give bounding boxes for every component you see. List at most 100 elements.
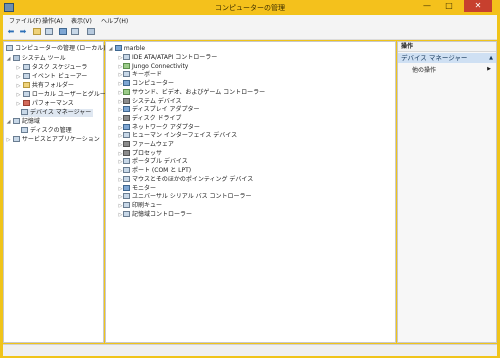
device-category-item[interactable]: ▷ ファームウェア (118, 141, 174, 149)
device-category-item[interactable]: ▷ モニター (118, 184, 157, 193)
hid-icon (123, 132, 130, 139)
network-adapter-icon (123, 123, 130, 130)
more-actions-item[interactable]: 他の操作 (412, 65, 436, 74)
collapse-arrow-icon[interactable]: ◢ (108, 45, 113, 53)
menu-file[interactable]: ファイル(F) (9, 16, 41, 25)
tree-item-disk-management[interactable]: ディスクの管理 (21, 127, 72, 135)
maximize-button[interactable]: □ (440, 0, 458, 12)
up-folder-icon[interactable] (33, 27, 43, 37)
jungo-icon (123, 62, 130, 69)
device-category-item[interactable]: ▷ システム デバイス (118, 97, 182, 106)
device-category-item[interactable]: ▷ ポート (COM と LPT) (118, 167, 191, 175)
device-category-item[interactable]: ▷ ディスク ドライブ (118, 114, 182, 123)
device-category-label: ユニバーサル シリアル バス コントローラー (132, 193, 252, 201)
expand-arrow-icon[interactable]: ▷ (6, 136, 11, 144)
system-devices-icon (123, 97, 130, 104)
properties-icon[interactable] (71, 27, 81, 37)
help-icon[interactable] (59, 27, 69, 37)
expand-arrow-icon[interactable]: ▷ (16, 64, 21, 72)
device-category-item[interactable]: ▷ 印刷キュー (118, 201, 163, 210)
services-icon (12, 136, 20, 142)
tree-item-services-applications[interactable]: ▷ サービスとアプリケーション (6, 136, 100, 144)
device-category-item[interactable]: ▷ ネットワーク アダプター (118, 123, 200, 132)
device-tree-root[interactable]: ◢ marble (108, 45, 145, 53)
task-scheduler-icon (22, 64, 30, 70)
device-category-label: IDE ATA/ATAPI コントローラー (132, 54, 218, 61)
computer-icon (114, 45, 122, 51)
device-category-item[interactable]: ▷ 記憶域コントローラー (118, 210, 193, 219)
actions-section-device-manager[interactable]: デバイス マネージャー ▲ (398, 53, 496, 63)
storage-icon (12, 118, 20, 124)
computer-management-icon (6, 45, 13, 51)
menu-action[interactable]: 操作(A) (42, 16, 63, 25)
device-category-item[interactable]: ▷ サウンド、ビデオ、およびゲーム コントローラー (118, 88, 265, 97)
device-category-item[interactable]: ▷ コンピューター (118, 80, 174, 88)
mouse-icon (123, 175, 130, 182)
device-category-item[interactable]: ▷ キーボード (118, 71, 162, 79)
performance-icon (22, 100, 30, 106)
device-category-label: 記憶域コントローラー (132, 210, 193, 218)
menu-bar: ファイル(F) 操作(A) 表示(V) ヘルプ(H) (3, 15, 497, 25)
display-adapter-icon (123, 106, 130, 113)
close-button[interactable]: ✕ (464, 0, 492, 12)
tree-item-local-users[interactable]: ▷ ローカル ユーザーとグループ (16, 91, 111, 99)
device-tree-pane: ◢ marble ▷ IDE ATA/ATAPI コントローラー ▷ Jungo Co… (105, 41, 396, 343)
device-category-label: コンピューター (132, 80, 175, 88)
device-category-label: ディスプレイ アダプター (132, 106, 200, 114)
device-category-item[interactable]: ▷ ディスプレイ アダプター (118, 106, 200, 114)
device-category-item[interactable]: ▷ ヒューマン インターフェイス デバイス (118, 132, 237, 140)
device-category-item[interactable]: ▷ プロセッサ (118, 149, 162, 158)
title-bar: コンピューターの管理 — □ ✕ (0, 0, 500, 14)
expand-arrow-icon[interactable]: ▷ (16, 100, 21, 108)
device-category-label: Jungo Connectivity (132, 62, 189, 70)
tree-item-device-manager[interactable]: デバイス マネージャー (21, 109, 94, 117)
tree-item-computer-management[interactable]: コンピューターの管理 (ローカル) (6, 45, 106, 53)
device-manager-icon (21, 109, 28, 115)
actions-pane: 操作 デバイス マネージャー ▲ 他の操作 ▶ (397, 41, 497, 343)
show-hide-tree-icon[interactable] (45, 27, 55, 37)
expand-arrow-icon[interactable]: ▷ (16, 91, 21, 99)
tree-item-performance[interactable]: ▷ パフォーマンス (16, 100, 74, 108)
collapse-arrow-icon[interactable]: ◢ (6, 55, 11, 63)
menu-view[interactable]: 表示(V) (71, 16, 92, 25)
shared-folders-icon (22, 82, 30, 88)
collapse-arrow-icon[interactable]: ◢ (6, 118, 11, 126)
device-category-label: モニター (132, 184, 157, 192)
tree-item-shared-folders[interactable]: ▷ 共有フォルダー (16, 82, 74, 90)
device-category-item[interactable]: ▷ Jungo Connectivity (118, 62, 189, 71)
device-category-label: ポート (COM と LPT) (132, 167, 192, 175)
expand-arrow-icon[interactable]: ▷ (16, 82, 21, 90)
back-icon[interactable]: ⬅ (6, 27, 16, 37)
device-category-label: ファームウェア (132, 141, 174, 148)
tree-item-system-tools[interactable]: ◢ システム ツール (6, 55, 66, 63)
device-category-item[interactable]: ▷ マウスとそのほかのポインティング デバイス (118, 175, 254, 184)
tree-item-event-viewer[interactable]: ▷ イベント ビューアー (16, 73, 87, 81)
scan-hardware-icon[interactable] (87, 27, 97, 37)
disk-management-icon (21, 127, 28, 133)
device-category-item[interactable]: ▷ IDE ATA/ATAPI コントローラー (118, 54, 217, 62)
tree-item-task-scheduler[interactable]: ▷ タスク スケジューラ (16, 64, 87, 72)
status-bar (3, 344, 497, 356)
expand-arrow-icon[interactable]: ▷ (16, 73, 21, 81)
storage-controller-icon (123, 210, 130, 217)
forward-icon[interactable]: ➡ (18, 27, 28, 37)
sound-icon (123, 88, 130, 95)
firmware-icon (123, 141, 130, 147)
computer-icon (123, 80, 130, 87)
minimize-button[interactable]: — (418, 0, 436, 12)
device-category-label: システム デバイス (132, 97, 182, 105)
event-viewer-icon (22, 73, 30, 79)
toolbar: ⬅ ➡ (3, 25, 497, 40)
actions-header: 操作 (398, 42, 496, 52)
navigation-pane: コンピューターの管理 (ローカル) ◢ システム ツール ▷ タスク スケジュー… (3, 41, 111, 343)
device-category-item[interactable]: ▷ ユニバーサル シリアル バス コントローラー (118, 193, 252, 201)
device-category-label: 印刷キュー (132, 201, 163, 209)
device-category-item[interactable]: ▷ ポータブル デバイス (118, 158, 188, 166)
portable-device-icon (123, 158, 130, 165)
collapse-section-icon[interactable]: ▲ (489, 53, 493, 63)
monitor-icon (123, 184, 130, 191)
menu-help[interactable]: ヘルプ(H) (101, 16, 128, 25)
tree-item-storage[interactable]: ◢ 記憶域 (6, 118, 40, 126)
device-category-label: マウスとそのほかのポインティング デバイス (132, 175, 254, 183)
device-category-label: ネットワーク アダプター (132, 123, 200, 131)
